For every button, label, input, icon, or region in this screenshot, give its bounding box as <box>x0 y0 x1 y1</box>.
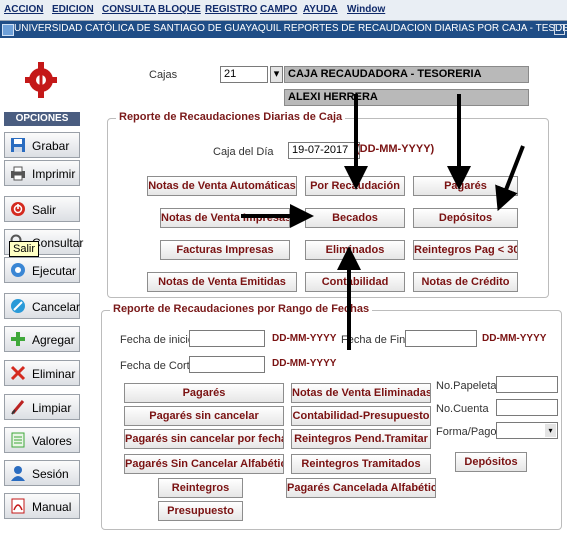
annotation-arrows <box>241 94 525 350</box>
arrow-to-depositos <box>495 145 525 212</box>
